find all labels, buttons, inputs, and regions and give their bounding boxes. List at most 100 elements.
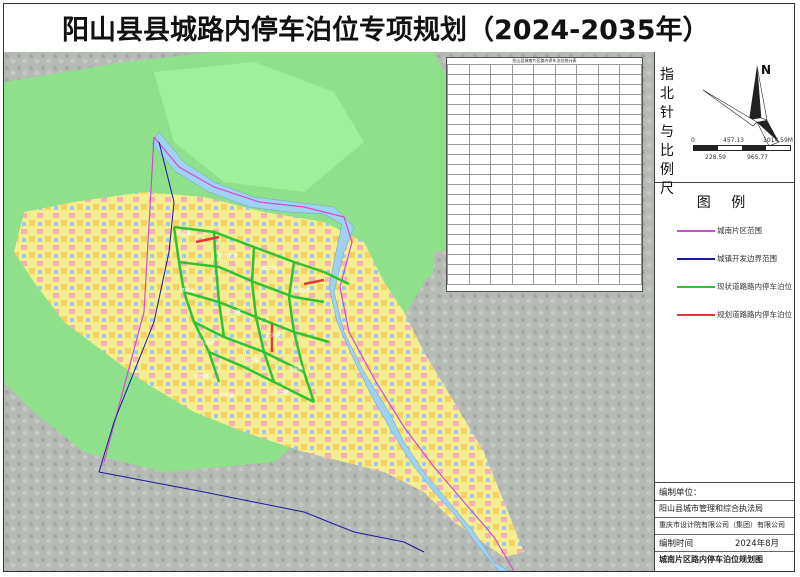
table-cell <box>468 224 492 235</box>
table-cell <box>490 124 513 135</box>
table-cell <box>511 164 535 175</box>
info-panel: 编制单位： 阳山县城市管理和综合执法局 重庆市设计院有限公司（集团）有限公司 编… <box>655 482 794 571</box>
table-cell <box>511 274 535 285</box>
compass-heading-char: 北 <box>660 86 674 102</box>
table-cell <box>533 174 556 185</box>
table-cell <box>468 154 492 165</box>
table-cell <box>619 274 642 285</box>
scale-label-2: 1014.59M <box>763 137 793 144</box>
table-cell <box>447 114 470 125</box>
compass-panel: 指北针与比例尺 N 0 457.13 1014.59M 228.59 965.7… <box>655 52 794 197</box>
table-cell <box>468 234 492 245</box>
table-cell <box>597 234 621 245</box>
table-cell <box>597 194 621 205</box>
table-cell <box>597 154 621 165</box>
table-row <box>447 204 642 215</box>
map-title: 阳山县县城路内停车泊位专项规划（2024-2035年） <box>62 15 710 46</box>
table-cell <box>554 234 578 245</box>
table-cell <box>468 64 492 75</box>
table-cell <box>533 84 556 95</box>
table-cell <box>447 164 470 175</box>
table-cell <box>597 274 621 285</box>
table-cell <box>490 94 513 105</box>
table-cell <box>468 194 492 205</box>
table-cell <box>490 214 513 225</box>
road-label: 城南大道 <box>218 252 238 259</box>
table-cell <box>447 264 470 275</box>
road-label: 建设路 <box>288 365 303 372</box>
table-row <box>447 124 642 135</box>
table-cell <box>511 144 535 155</box>
table-row <box>447 84 642 95</box>
table-cell <box>533 104 556 115</box>
table-cell <box>576 154 599 165</box>
map-frame: 阳山县县城路内停车泊位专项规划（2024-2035年） 东城路 城南大道 阳江路… <box>3 3 795 572</box>
table-row <box>447 264 642 275</box>
map-area[interactable]: 东城路 城南大道 阳江路 新城路 环城路 滨江路 广场路 人民路 中心路 建设路 城西路 新华路 文化路… <box>4 52 654 571</box>
table-cell <box>447 144 470 155</box>
table-cell <box>511 224 535 235</box>
table-cell <box>554 194 578 205</box>
road-label: 广场路 <box>266 332 281 339</box>
table-cell <box>576 234 599 245</box>
table-row <box>447 154 642 165</box>
table-cell <box>533 114 556 125</box>
table-cell <box>468 204 492 215</box>
table-cell <box>619 164 642 175</box>
table-cell <box>447 214 470 225</box>
legend-panel: 图 例 城南片区范围 城镇开发边界范围 现状道路路内停车泊位 规划道路路内停车泊位 <box>655 182 794 483</box>
table-row <box>447 164 642 175</box>
parking-statistics-table: 阳山县城南片区路内停车泊位统计表 <box>446 57 643 292</box>
table-cell <box>619 64 642 75</box>
table-cell <box>619 114 642 125</box>
table-cell <box>490 254 513 265</box>
table-cell <box>576 104 599 115</box>
table-row <box>447 144 642 155</box>
table-cell <box>511 184 535 195</box>
table-cell <box>554 64 578 75</box>
table-cell <box>554 214 578 225</box>
table-cell <box>619 244 642 255</box>
table-cell <box>533 204 556 215</box>
table-cell <box>597 134 621 145</box>
table-cell <box>554 104 578 115</box>
table-cell <box>468 84 492 95</box>
table-cell <box>511 244 535 255</box>
table-cell <box>554 204 578 215</box>
table-cell <box>490 114 513 125</box>
road-label: 环城路 <box>180 287 195 294</box>
table-cell <box>511 154 535 165</box>
legend-label: 规划道路路内停车泊位 <box>717 310 792 319</box>
legend-title: 图 例 <box>696 195 754 211</box>
table-cell <box>511 74 535 85</box>
table-cell <box>533 124 556 135</box>
table-cell <box>597 64 621 75</box>
table-cell <box>447 234 470 245</box>
table-cell <box>447 224 470 235</box>
table-cell <box>468 74 492 85</box>
table-cell <box>619 94 642 105</box>
table-cell <box>533 194 556 205</box>
table-cell <box>576 194 599 205</box>
table-cell <box>619 124 642 135</box>
table-cell <box>576 64 599 75</box>
map-name: 城南片区路内停车泊位规划图 <box>659 555 763 564</box>
table-cell <box>533 94 556 105</box>
table-cell <box>533 274 556 285</box>
table-cell <box>619 84 642 95</box>
table-cell <box>533 134 556 145</box>
table-cell <box>447 134 470 145</box>
table-cell <box>619 134 642 145</box>
table-row <box>447 94 642 105</box>
table-cell <box>490 154 513 165</box>
compiler-label: 编制单位： <box>659 488 702 498</box>
table-cell <box>447 84 470 95</box>
table-cell <box>468 114 492 125</box>
table-cell <box>447 244 470 255</box>
legend-swatch <box>677 286 715 288</box>
table-cell <box>576 144 599 155</box>
table-cell <box>597 244 621 255</box>
table-cell <box>468 124 492 135</box>
table-cell <box>619 234 642 245</box>
table-cell <box>597 114 621 125</box>
